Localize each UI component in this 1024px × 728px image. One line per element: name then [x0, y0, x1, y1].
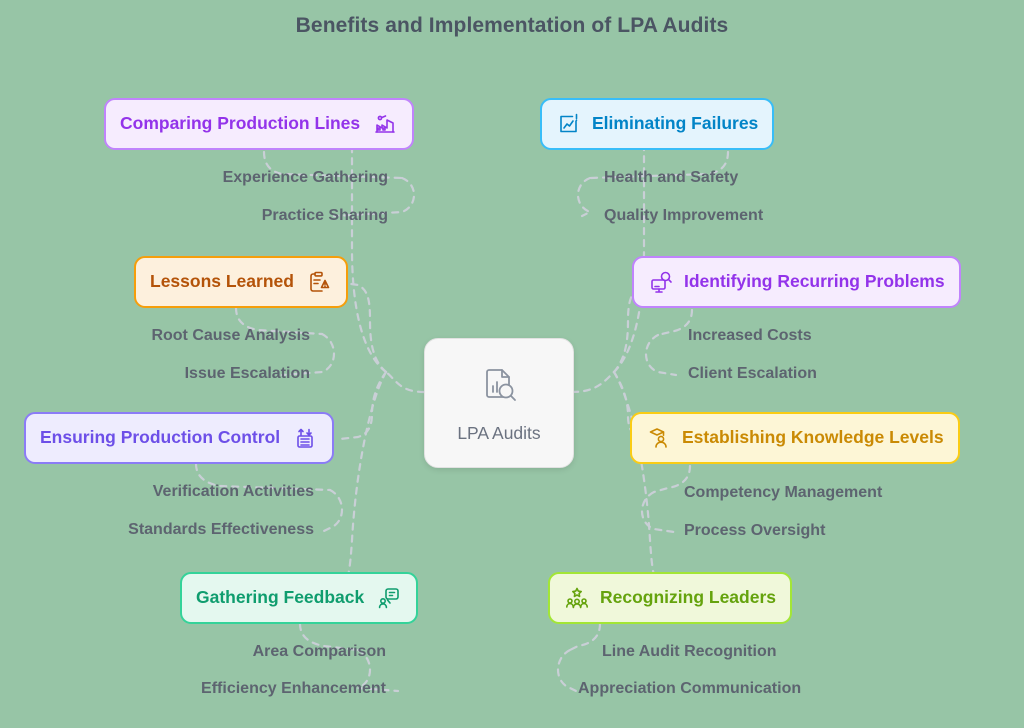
sub-label: Client Escalation	[688, 365, 817, 382]
sub-label: Experience Gathering	[222, 169, 388, 186]
node-lessons-learned[interactable]: Lessons Learned	[134, 256, 348, 308]
diagram-canvas: Benefits and Implementation of LPA Audit…	[0, 0, 1024, 728]
node-label: Recognizing Leaders	[600, 587, 777, 608]
node-gathering-feedback[interactable]: Gathering Feedback	[180, 572, 419, 624]
factory-icon	[372, 111, 398, 137]
sub-label: Process Oversight	[684, 522, 826, 539]
sub-label: Quality Improvement	[604, 207, 764, 224]
sub-label: Practice Sharing	[261, 207, 388, 224]
page-title: Benefits and Implementation of LPA Audit…	[295, 14, 729, 37]
sub-label: Standards Effectiveness	[128, 521, 314, 538]
center-node[interactable]: LPA Audits	[424, 338, 574, 468]
node-recognizing-leaders[interactable]: Recognizing Leaders	[548, 572, 793, 624]
node-label: Ensuring Production Control	[40, 427, 281, 448]
sub-label: Efficiency Enhancement	[201, 680, 386, 697]
sub-label: Appreciation Communication	[578, 680, 802, 697]
team-star-icon	[564, 585, 590, 611]
graduate-person-icon	[646, 425, 672, 451]
clipboard-alert-icon	[306, 269, 332, 295]
node-label: Establishing Knowledge Levels	[682, 427, 944, 448]
sub-label: Root Cause Analysis	[151, 327, 310, 344]
node-label: Comparing Production Lines	[120, 113, 361, 134]
document-magnifier-icon	[477, 362, 521, 411]
sub-label: Issue Escalation	[184, 365, 310, 382]
sub-label: Health and Safety	[604, 169, 739, 186]
sub-label: Competency Management	[684, 484, 883, 501]
chart-alert-icon	[556, 111, 582, 137]
node-label: Identifying Recurring Problems	[684, 271, 945, 292]
node-identifying-recurring-problems[interactable]: Identifying Recurring Problems	[632, 256, 961, 308]
node-eliminating-failures[interactable]: Eliminating Failures	[540, 98, 775, 150]
node-label: Lessons Learned	[150, 271, 294, 292]
sub-label: Verification Activities	[152, 483, 314, 500]
sub-label: Area Comparison	[252, 643, 386, 660]
node-establishing-knowledge-levels[interactable]: Establishing Knowledge Levels	[630, 412, 960, 464]
center-label: LPA Audits	[457, 423, 541, 443]
feedback-chat-icon	[376, 585, 402, 611]
node-comparing-production-lines[interactable]: Comparing Production Lines	[104, 98, 415, 150]
node-ensuring-production-control[interactable]: Ensuring Production Control	[24, 412, 335, 464]
monitor-search-icon	[648, 269, 674, 295]
node-label: Eliminating Failures	[592, 113, 759, 134]
sub-label: Increased Costs	[688, 327, 812, 344]
node-label: Gathering Feedback	[196, 587, 365, 608]
sub-label: Line Audit Recognition	[602, 643, 777, 660]
control-arrows-icon	[292, 425, 318, 451]
